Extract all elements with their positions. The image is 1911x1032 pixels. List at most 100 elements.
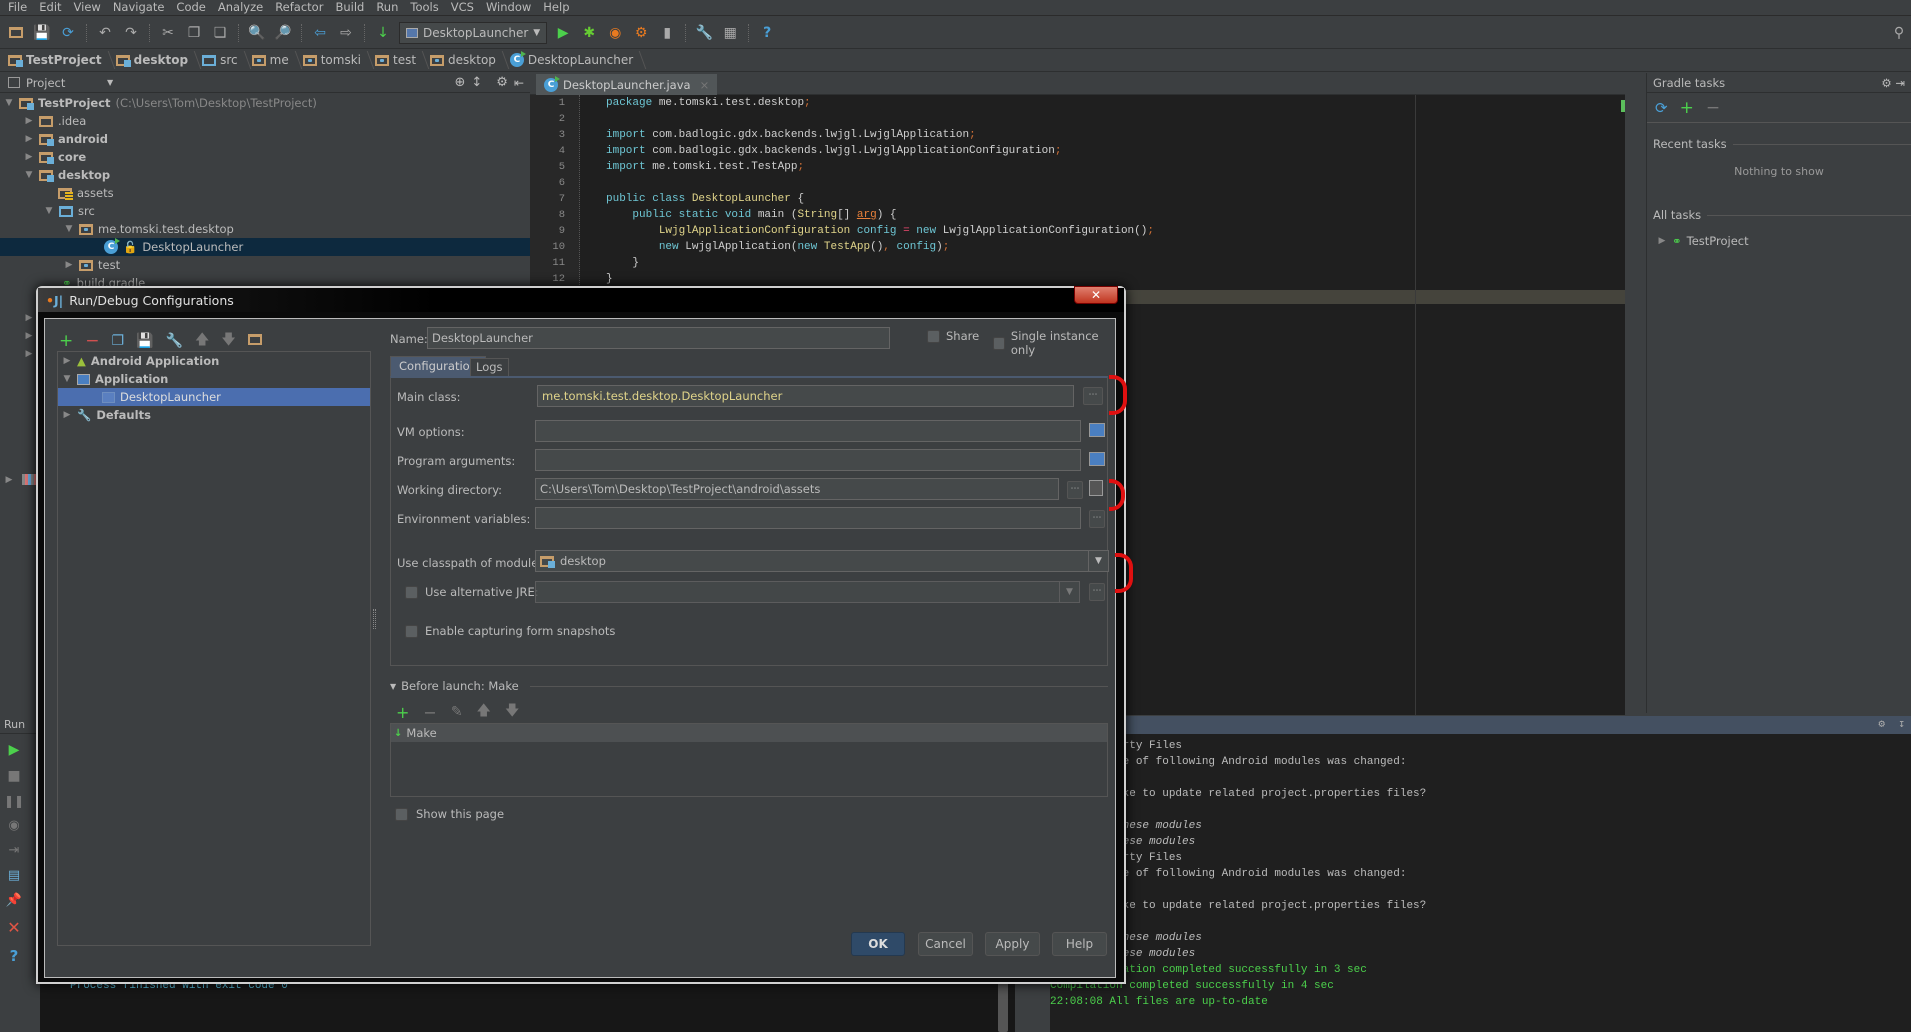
checkbox[interactable]: [993, 336, 1005, 350]
menu-view[interactable]: View: [70, 0, 109, 15]
expand-editor-icon[interactable]: [1089, 452, 1105, 466]
undo-icon[interactable]: ↶: [95, 23, 115, 43]
menu-run[interactable]: Run: [372, 0, 406, 15]
help-button[interactable]: Help: [1052, 932, 1107, 956]
help-icon[interactable]: ?: [10, 947, 19, 965]
cancel-button[interactable]: Cancel: [918, 932, 973, 956]
expand-arrow-icon[interactable]: ▶: [24, 134, 34, 144]
copy-icon[interactable]: ❐: [112, 333, 125, 349]
checkbox[interactable]: [405, 624, 418, 638]
menu-tools[interactable]: Tools: [406, 0, 446, 15]
expand-arrow-icon[interactable]: ▶: [62, 356, 72, 366]
back-icon[interactable]: ⇦: [310, 23, 330, 43]
expand-arrow-icon[interactable]: ▶: [4, 475, 14, 485]
tree-item-android[interactable]: ▶ android: [0, 130, 530, 148]
console-scrollbar[interactable]: [998, 976, 1008, 1032]
single-instance-checkbox[interactable]: Single instance only: [993, 329, 1115, 357]
settings-wrench-icon[interactable]: 🔧: [694, 23, 714, 43]
tree-item-assets[interactable]: assets: [0, 184, 530, 202]
expand-arrow-icon[interactable]: ▶: [24, 152, 34, 162]
expand-arrow-icon[interactable]: ▼: [64, 224, 74, 234]
run-config-select[interactable]: DesktopLauncher ▼: [399, 21, 548, 44]
project-view-select[interactable]: Project: [26, 76, 101, 90]
expand-arrow-icon[interactable]: ▶: [24, 349, 34, 359]
close-icon[interactable]: ✕: [7, 918, 20, 937]
profile-icon[interactable]: ⚙: [631, 23, 651, 43]
menu-build[interactable]: Build: [331, 0, 372, 15]
device-icon[interactable]: ▮: [657, 23, 677, 43]
tree-item-idea[interactable]: ▶ .idea: [0, 112, 530, 130]
redo-icon[interactable]: ↷: [121, 23, 141, 43]
remove-icon[interactable]: −: [85, 331, 99, 351]
close-dialog-button[interactable]: ✕: [1074, 286, 1118, 304]
classpath-module-select[interactable]: desktop ▼: [535, 550, 1109, 572]
add-icon[interactable]: +: [59, 331, 73, 351]
add-icon[interactable]: +: [396, 703, 409, 722]
ok-button[interactable]: OK: [851, 932, 905, 956]
menu-edit[interactable]: Edit: [35, 0, 69, 15]
dialog-titlebar[interactable]: •J| Run/Debug Configurations: [38, 288, 1124, 312]
browse-jre-button[interactable]: ⋯: [1089, 583, 1105, 601]
menu-refactor[interactable]: Refactor: [271, 0, 331, 15]
before-launch-item-make[interactable]: ↓ Make: [391, 724, 1107, 742]
expand-arrow-icon[interactable]: ▶: [64, 260, 74, 270]
dump-threads-icon[interactable]: ◉: [8, 818, 19, 833]
stop-icon[interactable]: ■: [7, 768, 20, 784]
debug-icon[interactable]: ✱: [579, 23, 599, 43]
checkbox[interactable]: [927, 329, 940, 343]
remove-icon[interactable]: −: [1706, 98, 1720, 118]
tree-item-package[interactable]: ▼ me.tomski.test.desktop: [0, 220, 530, 238]
expand-arrow-icon[interactable]: ▶: [62, 410, 72, 420]
search-everywhere-icon[interactable]: ⚲: [1889, 23, 1909, 43]
crumb-desktop-pkg[interactable]: desktop: [430, 53, 506, 67]
expand-arrow-icon[interactable]: ▶: [24, 313, 34, 323]
expand-arrow-icon[interactable]: ▶: [24, 116, 34, 126]
alt-jre-checkbox[interactable]: Use alternative JRE:: [405, 585, 539, 599]
browse-main-class-button[interactable]: ⋯: [1083, 387, 1103, 405]
find-icon[interactable]: 🔍: [247, 23, 267, 43]
browse-working-dir-button[interactable]: ⋯: [1067, 481, 1083, 499]
locate-icon[interactable]: ⊕: [454, 75, 465, 90]
pause-icon[interactable]: ❚❚: [4, 794, 24, 808]
expand-arrow-icon[interactable]: ▶: [24, 331, 34, 341]
rerun-icon[interactable]: ▶: [9, 742, 20, 758]
paste-icon[interactable]: ❏: [210, 23, 230, 43]
crumb-test[interactable]: test: [374, 53, 426, 67]
crumb-testproject[interactable]: TestProject: [8, 53, 112, 67]
vm-options-input[interactable]: [535, 420, 1081, 442]
tree-item-desktoplauncher-config[interactable]: DesktopLauncher: [58, 388, 370, 406]
run-icon[interactable]: ▶: [553, 23, 573, 43]
remove-icon[interactable]: −: [423, 703, 436, 722]
folder-icon[interactable]: [247, 333, 262, 349]
before-launch-section[interactable]: ▼ Before launch: Make: [390, 679, 1108, 693]
tree-item-application[interactable]: ▼ Application: [58, 370, 370, 388]
gear-icon[interactable]: ⚙: [496, 75, 508, 90]
crumb-me[interactable]: me: [251, 53, 299, 67]
move-down-icon[interactable]: 🡇: [505, 700, 519, 724]
menu-file[interactable]: File: [4, 0, 35, 15]
cut-icon[interactable]: ✂: [158, 23, 178, 43]
edit-icon[interactable]: ✎: [451, 704, 463, 720]
insert-macro-icon[interactable]: [1089, 480, 1103, 496]
gradle-project-item[interactable]: ▶ ⚭ TestProject: [1647, 232, 1911, 250]
checkbox[interactable]: [405, 585, 418, 599]
close-icon[interactable]: ×: [700, 78, 710, 92]
menu-navigate[interactable]: Navigate: [109, 0, 173, 15]
editor-scrollbar-strip[interactable]: [1625, 95, 1645, 715]
sync-icon[interactable]: ⟳: [58, 23, 78, 43]
open-icon[interactable]: [6, 23, 26, 43]
move-up-icon[interactable]: 🡅: [195, 329, 209, 353]
expand-arrow-icon[interactable]: ▼: [4, 98, 14, 108]
share-checkbox[interactable]: Share: [927, 329, 979, 343]
tree-item-core[interactable]: ▶ core: [0, 148, 530, 166]
menu-help[interactable]: Help: [539, 0, 577, 15]
tree-item-src[interactable]: ▼ src: [0, 202, 530, 220]
name-input[interactable]: DesktopLauncher: [427, 327, 890, 349]
move-down-icon[interactable]: 🡇: [221, 329, 235, 353]
save-icon[interactable]: 💾: [32, 23, 52, 43]
env-vars-input[interactable]: [535, 507, 1081, 529]
expand-arrow-icon[interactable]: ▶: [1657, 236, 1667, 246]
tree-item-android-application[interactable]: ▶ ▲ Android Application: [58, 352, 370, 370]
gear-icon[interactable]: ⚙: [1878, 717, 1885, 731]
coverage-icon[interactable]: ◉: [605, 23, 625, 43]
